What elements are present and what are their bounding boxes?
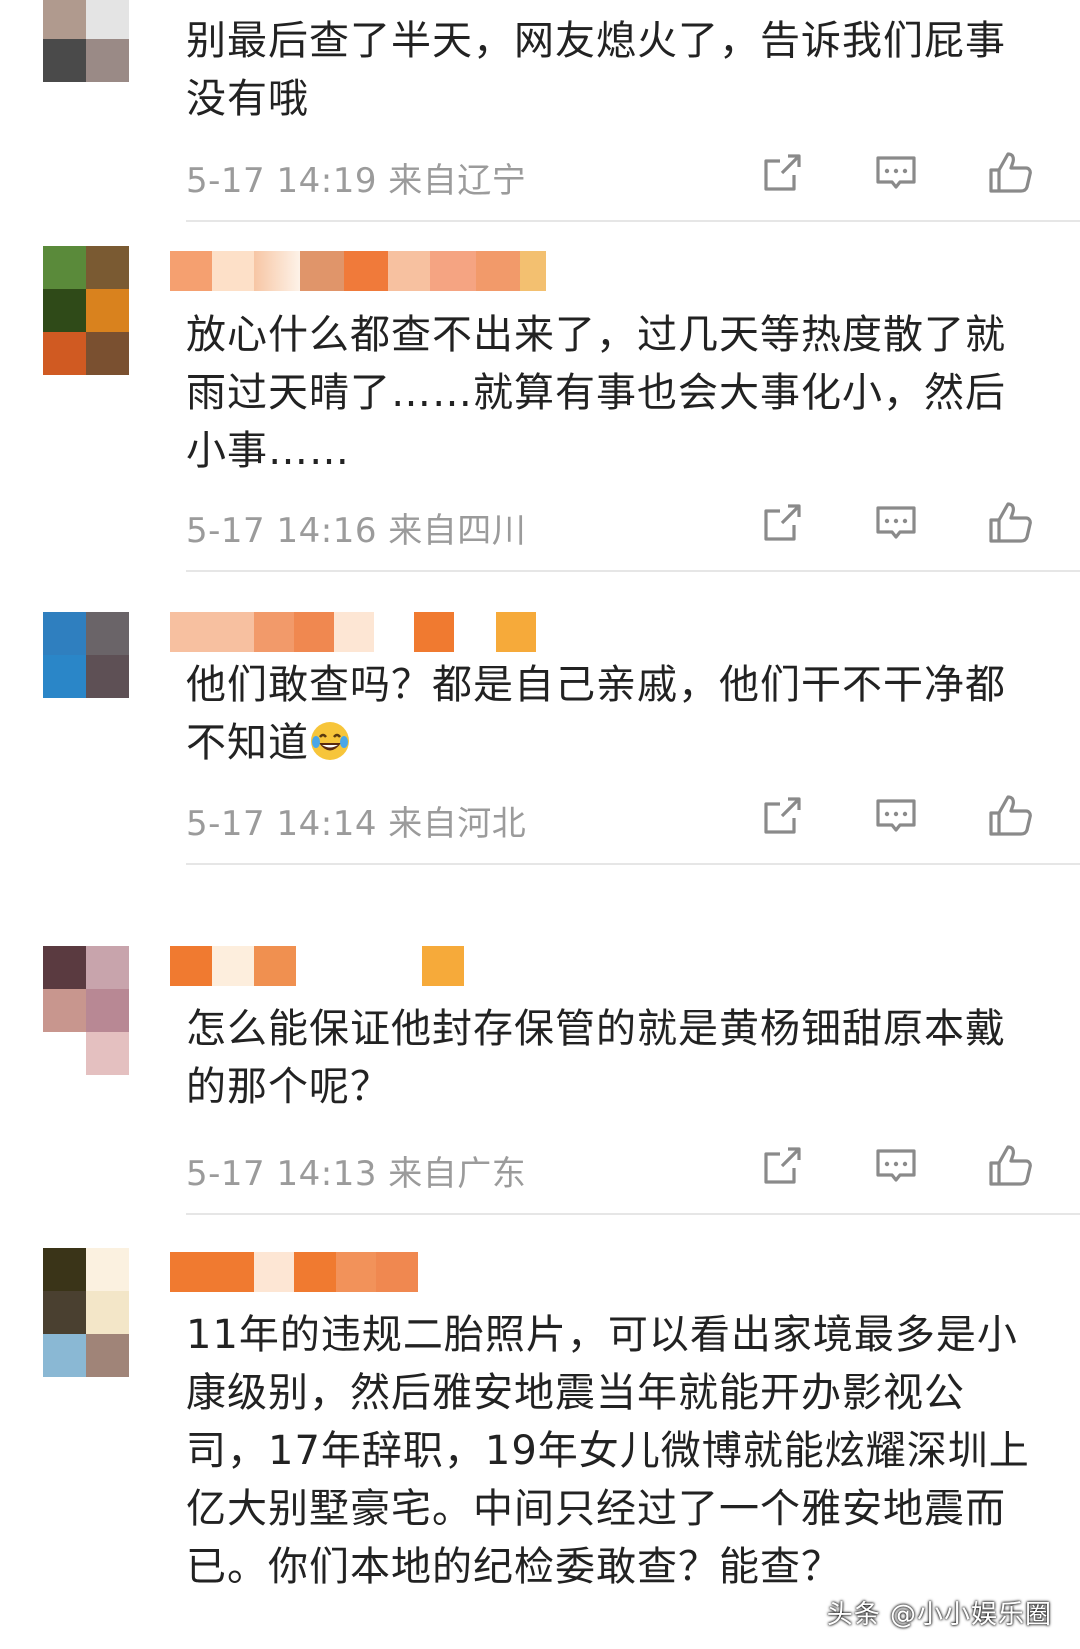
thumbs-up-icon[interactable] (986, 499, 1034, 547)
comment-text: 11年的违规二胎照片，可以看出家境最多是小康级别，然后雅安地震当年就能开办影视公… (186, 1312, 1030, 1590)
comment-timestamp: 5-17 14:19 来自辽宁 (186, 161, 527, 201)
share-icon[interactable] (758, 1142, 806, 1190)
comment-icon[interactable] (872, 1142, 920, 1190)
avatar[interactable] (43, 0, 129, 82)
watermark: 头条 @小小娱乐圈 (826, 1600, 1052, 1630)
comment-text: 别最后查了半天，网友熄火了，告诉我们屁事没有哦 (186, 18, 1006, 122)
comment-text: 怎么能保证他封存保管的就是黄杨钿甜原本戴的那个呢？ (186, 1006, 1006, 1110)
username-blurred[interactable] (170, 1252, 418, 1292)
comment-meta: 5-17 14:19 来自辽宁 (186, 147, 1046, 201)
divider (186, 863, 1080, 865)
username-blurred[interactable] (170, 251, 546, 291)
laughing-tears-emoji (311, 722, 349, 760)
thumbs-up-icon[interactable] (986, 792, 1034, 840)
comment-icon[interactable] (872, 499, 920, 547)
username-blurred[interactable] (170, 946, 464, 986)
comment-meta: 5-17 14:13 来自广东 (186, 1140, 1046, 1194)
thumbs-up-icon[interactable] (986, 149, 1034, 197)
divider (186, 570, 1080, 572)
comment-timestamp: 5-17 14:16 来自四川 (186, 511, 527, 551)
comment-timestamp: 5-17 14:13 来自广东 (186, 1154, 527, 1194)
comment-timestamp: 5-17 14:14 来自河北 (186, 804, 527, 844)
comment-icon[interactable] (872, 149, 920, 197)
avatar[interactable] (43, 946, 129, 1075)
divider (186, 220, 1080, 222)
username-blurred[interactable] (170, 612, 536, 652)
comment-meta: 5-17 14:14 来自河北 (186, 790, 1046, 844)
comment-icon[interactable] (872, 792, 920, 840)
share-icon[interactable] (758, 149, 806, 197)
avatar[interactable] (43, 612, 129, 698)
avatar[interactable] (43, 1248, 129, 1377)
comment-text: 他们敢查吗？都是自己亲戚，他们干不干净都不知道 (186, 662, 1006, 766)
comment-meta: 5-17 14:16 来自四川 (186, 497, 1046, 551)
thumbs-up-icon[interactable] (986, 1142, 1034, 1190)
avatar[interactable] (43, 246, 129, 375)
share-icon[interactable] (758, 792, 806, 840)
share-icon[interactable] (758, 499, 806, 547)
comment-text: 放心什么都查不出来了，过几天等热度散了就雨过天晴了……就算有事也会大事化小，然后… (186, 312, 1006, 474)
divider (186, 1213, 1080, 1215)
